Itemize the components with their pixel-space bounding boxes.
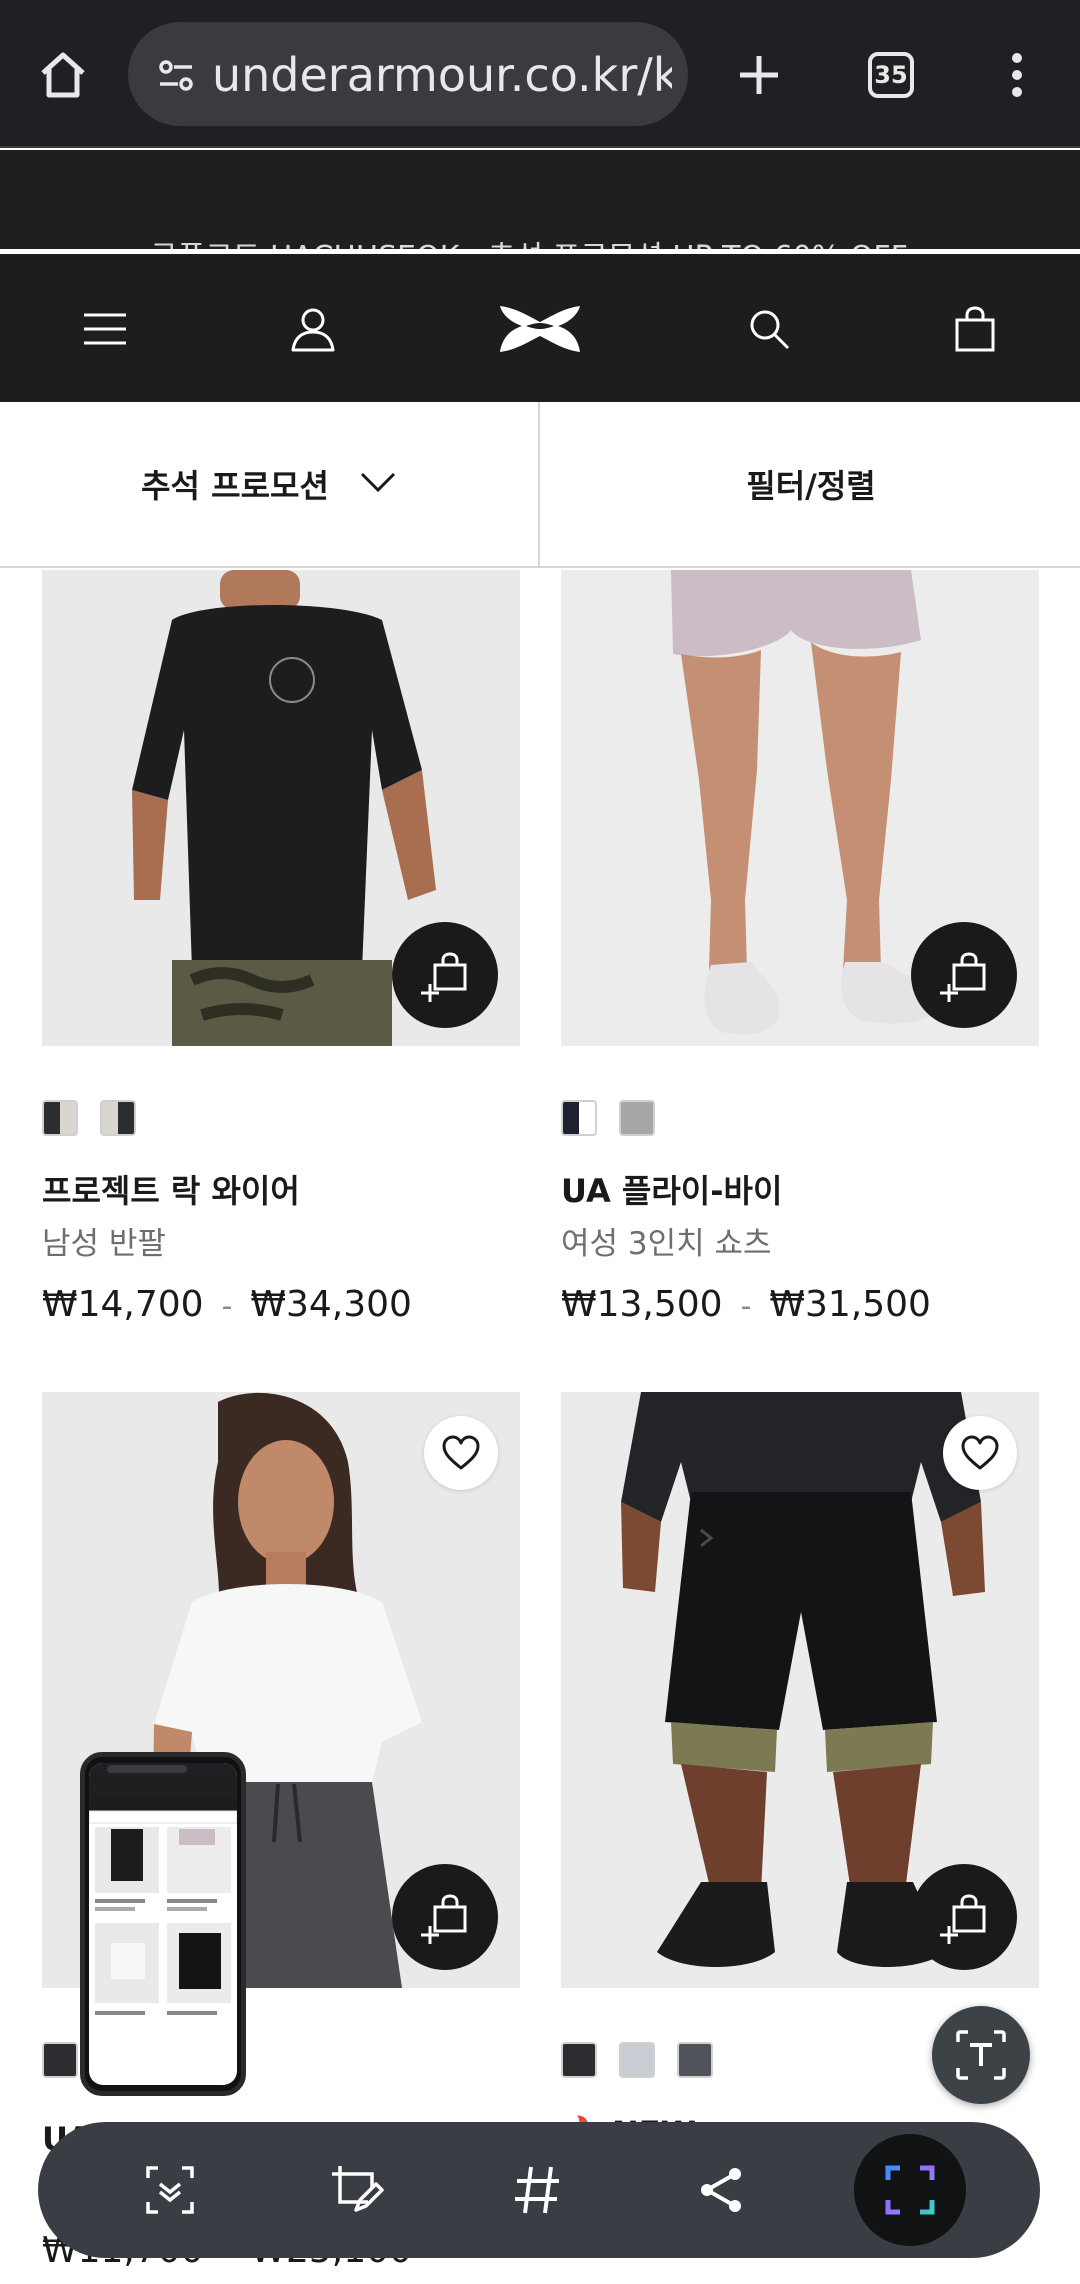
product-price: ₩13,500- ₩31,500 <box>561 1284 931 1325</box>
product-card[interactable]: 프로젝트 락 와이어 남성 반팔 ₩14,700- ₩34,300 <box>42 570 520 1340</box>
ua-logo[interactable] <box>492 294 588 364</box>
screenshot-preview-thumbnail[interactable] <box>80 1752 246 2096</box>
color-swatch[interactable] <box>561 2042 597 2078</box>
add-to-cart-button[interactable] <box>911 1864 1017 1970</box>
price-to: ₩31,500 <box>769 1284 931 1325</box>
more-icon[interactable] <box>982 40 1052 110</box>
promo-banner[interactable]: 쿠폰코드 HACHUSEOK · 추석 프로모션 UP TO 60% OFF <box>0 150 1080 252</box>
site-info-icon[interactable] <box>156 56 196 100</box>
add-to-cart-button[interactable] <box>392 1864 498 1970</box>
color-swatch[interactable] <box>677 2042 713 2078</box>
color-swatch[interactable] <box>619 1100 655 1136</box>
extract-text-button[interactable] <box>932 2006 1030 2104</box>
add-to-cart-button[interactable] <box>392 922 498 1028</box>
price-from: ₩14,700 <box>42 1284 204 1325</box>
scan-icon[interactable] <box>122 2142 218 2238</box>
product-subtitle: 여성 3인치 쇼츠 <box>561 1226 772 1262</box>
url-text: underarmour.co.kr/kc <box>212 52 672 98</box>
capture-icon[interactable] <box>854 2134 966 2246</box>
bag-icon[interactable] <box>940 294 1010 364</box>
filter-label: 필터/정렬 <box>746 467 876 505</box>
screenshot-toolbar <box>38 2122 1040 2258</box>
price-from: ₩13,500 <box>561 1284 723 1325</box>
browser-toolbar: underarmour.co.kr/kc 35 <box>0 0 1080 148</box>
product-name: UA 플라이-바이 <box>561 1172 783 1210</box>
category-label: 추석 프로모션 <box>141 467 329 505</box>
product-card[interactable]: UA 플라이-바이 여성 3인치 쇼츠 ₩13,500- ₩31,500 <box>561 570 1039 1340</box>
hashtag-icon[interactable] <box>490 2142 586 2238</box>
color-swatches <box>561 1100 655 1136</box>
preview-screen <box>89 1763 237 2085</box>
edit-capture-icon[interactable] <box>308 2142 404 2238</box>
product-subtitle: 남성 반팔 <box>42 1226 166 1262</box>
screen: underarmour.co.kr/kc 35 쿠폰코드 HACHUSEOK ·… <box>0 0 1080 2284</box>
color-swatches <box>561 2042 713 2078</box>
tabs-icon[interactable]: 35 <box>856 40 926 110</box>
chevron-down-icon <box>359 470 397 498</box>
sort-filter-bar: 추석 프로모션 필터/정렬 <box>0 402 1080 568</box>
tab-count: 35 <box>868 52 914 98</box>
promo-text: 쿠폰코드 HACHUSEOK · 추석 프로모션 UP TO 60% OFF <box>150 232 908 249</box>
new-tab-icon[interactable] <box>724 40 794 110</box>
add-to-cart-button[interactable] <box>911 922 1017 1028</box>
search-icon[interactable] <box>734 294 804 364</box>
wishlist-button[interactable] <box>943 1416 1017 1490</box>
color-swatches <box>42 2042 78 2078</box>
color-swatch[interactable] <box>561 1100 597 1136</box>
account-icon[interactable] <box>278 294 348 364</box>
color-swatch[interactable] <box>42 1100 78 1136</box>
category-dropdown[interactable]: 추석 프로모션 <box>0 402 540 566</box>
filter-sort-button[interactable]: 필터/정렬 <box>542 402 1080 566</box>
color-swatches <box>42 1100 136 1136</box>
color-swatch[interactable] <box>42 2042 78 2078</box>
product-price: ₩14,700- ₩34,300 <box>42 1284 412 1325</box>
wishlist-button[interactable] <box>424 1416 498 1490</box>
menu-icon[interactable] <box>70 294 140 364</box>
address-bar[interactable]: underarmour.co.kr/kc <box>128 22 688 126</box>
site-header <box>0 254 1080 402</box>
color-swatch[interactable] <box>100 1100 136 1136</box>
product-name: 프로젝트 락 와이어 <box>42 1172 300 1210</box>
home-icon[interactable] <box>28 40 98 110</box>
share-icon[interactable] <box>674 2142 770 2238</box>
color-swatch[interactable] <box>619 2042 655 2078</box>
price-to: ₩34,300 <box>250 1284 412 1325</box>
